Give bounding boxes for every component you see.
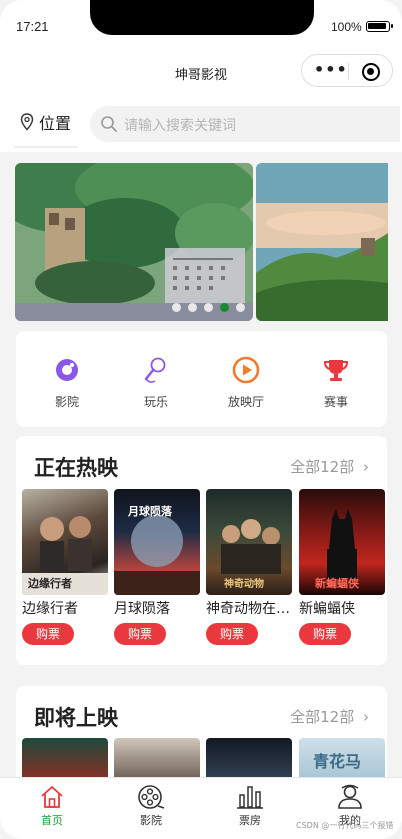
status-bar: 17:21 100% <box>0 0 402 50</box>
now-showing-section: 正在热映 全部12部 › 边缘行者 边缘行者 购票 月球陨落 月球陨落 购票 神… <box>16 436 387 665</box>
location-pin-icon <box>20 113 34 131</box>
movie-poster[interactable]: 神奇动物 <box>206 489 292 595</box>
movie-card[interactable]: 月球陨落 月球陨落 购票 <box>114 489 200 645</box>
movie-title: 边缘行者 <box>22 601 78 617</box>
nav-bar: 坤哥影视 ••• <box>0 50 402 96</box>
trophy-icon <box>323 360 349 381</box>
banner-slide-current[interactable] <box>15 163 253 321</box>
more-label: 全部12部 <box>290 708 355 726</box>
status-time: 17:21 <box>16 19 49 34</box>
tab-label: 影院 <box>140 814 162 827</box>
banner-dot[interactable] <box>188 303 197 312</box>
poster-title: 新蝙蝠侠 <box>315 577 359 590</box>
movie-title: 神奇动物在… <box>206 601 290 617</box>
movie-poster[interactable]: 新蝙蝠侠 <box>299 489 385 595</box>
play-icon <box>232 356 260 384</box>
movie-card[interactable]: 神奇动物 神奇动物在… 购票 <box>206 489 292 645</box>
movie-title: 月球陨落 <box>114 601 170 617</box>
poster-title: 边缘行者 <box>28 577 72 590</box>
banner-dot[interactable] <box>204 303 213 312</box>
search-icon <box>101 116 117 132</box>
movie-card[interactable]: 新蝙蝠侠 新蝙蝠侠 购票 <box>299 489 385 645</box>
search-placeholder: 请输入搜索关键词 <box>124 118 236 134</box>
film-reel-icon <box>138 785 165 809</box>
category-entertainment[interactable]: 玩乐 <box>116 355 196 410</box>
chevron-right-icon: › <box>363 458 369 476</box>
banner-dot[interactable] <box>236 303 245 312</box>
now-showing-more-link[interactable]: 全部12部 › <box>290 456 369 477</box>
more-menu-icon[interactable]: ••• <box>314 62 348 78</box>
banner-dot-active[interactable] <box>220 303 229 312</box>
miniprogram-capsule: ••• <box>301 54 393 87</box>
more-label: 全部12部 <box>290 458 355 476</box>
battery-icon <box>366 21 393 32</box>
category-label: 影院 <box>54 395 79 409</box>
tab-home[interactable]: 首页 <box>22 784 82 828</box>
tab-label: 首页 <box>41 814 63 827</box>
poster-title: 神奇动物 <box>224 579 264 590</box>
buy-ticket-button[interactable]: 购票 <box>299 623 351 645</box>
capsule-divider <box>348 63 349 80</box>
bar-chart-icon <box>237 786 263 809</box>
section-title: 即将上映 <box>34 706 118 730</box>
section-title: 正在热映 <box>34 456 118 480</box>
buy-ticket-button[interactable]: 购票 <box>206 623 258 645</box>
banner-slide-next[interactable] <box>256 163 388 321</box>
location-underline <box>14 146 78 148</box>
microphone-icon <box>144 357 166 383</box>
tab-cinema[interactable]: 影院 <box>121 784 181 828</box>
search-row: 位置 请输入搜索关键词 <box>0 96 402 152</box>
movie-poster[interactable]: 边缘行者 <box>22 489 108 595</box>
banner-next-artwork <box>256 163 388 321</box>
buy-ticket-button[interactable]: 购票 <box>114 623 166 645</box>
poster-title: 月球陨落 <box>128 505 172 518</box>
category-label: 玩乐 <box>143 395 168 409</box>
cinema-icon <box>56 359 78 381</box>
movie-card[interactable]: 边缘行者 边缘行者 购票 <box>22 489 108 645</box>
movie-poster[interactable]: 月球陨落 <box>114 489 200 595</box>
banner-dot[interactable] <box>172 303 181 312</box>
banner-indicator <box>172 303 245 312</box>
category-cinema[interactable]: 影院 <box>27 355 107 410</box>
banner-artwork <box>15 163 253 321</box>
tab-box-office[interactable]: 票房 <box>220 784 280 828</box>
category-events[interactable]: 赛事 <box>296 355 376 410</box>
location-button[interactable]: 位置 <box>20 110 71 134</box>
category-screening-hall[interactable]: 放映厅 <box>206 355 286 410</box>
battery-percent: 100% <box>331 20 362 34</box>
tab-label: 票房 <box>239 814 261 827</box>
phone-screen: 17:21 100% 坤哥影视 ••• 位置 请输入搜索关键词 影院 玩乐 放映… <box>0 0 402 839</box>
category-label: 赛事 <box>323 395 348 409</box>
search-input[interactable]: 请输入搜索关键词 <box>90 106 400 142</box>
chevron-right-icon: › <box>363 708 369 726</box>
watermark: CSDN @一行代码三个报错 <box>296 821 394 830</box>
coming-soon-more-link[interactable]: 全部12部 › <box>290 706 369 727</box>
movie-title: 新蝙蝠侠 <box>299 601 355 617</box>
buy-ticket-button[interactable]: 购票 <box>22 623 74 645</box>
notch <box>90 0 314 35</box>
category-label: 放映厅 <box>227 395 264 409</box>
close-target-icon[interactable] <box>362 63 380 81</box>
category-card: 影院 玩乐 放映厅 赛事 <box>16 331 387 427</box>
poster-title: 青花马 <box>313 752 362 771</box>
home-icon <box>41 786 63 808</box>
user-icon <box>338 784 362 809</box>
location-label: 位置 <box>39 114 72 133</box>
